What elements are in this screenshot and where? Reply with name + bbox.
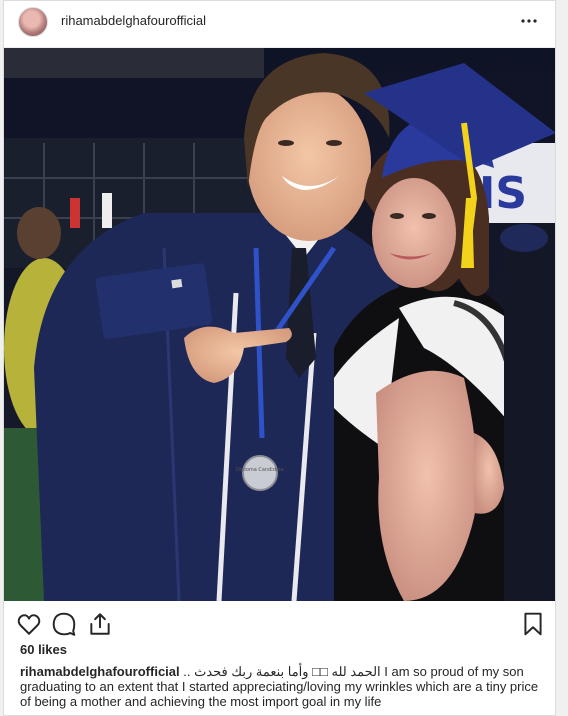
post-username[interactable]: rihamabdelghafourofficial [61, 13, 206, 28]
post-caption: rihamabdelghafourofficial الحمد لله □□ و… [20, 664, 545, 709]
post-photo-illustration: IS Diploma Candidate [4, 48, 555, 601]
post-header: rihamabdelghafourofficial [4, 1, 555, 48]
post-actions [4, 607, 555, 639]
share-icon[interactable] [87, 611, 113, 637]
medal-text: Diploma Candidate [236, 467, 284, 473]
caption-arabic: الحمد لله □□ وأما بنعمة ربك فحدث .. [183, 664, 381, 679]
avatar[interactable] [18, 7, 48, 37]
post-photo[interactable]: IS Diploma Candidate [4, 48, 555, 601]
post-card: rihamabdelghafourofficial IS Diploma Can… [3, 0, 556, 716]
more-options-icon[interactable] [517, 9, 541, 33]
caption-username[interactable]: rihamabdelghafourofficial [20, 664, 180, 679]
comment-icon[interactable] [51, 611, 77, 637]
heart-icon[interactable] [16, 611, 42, 637]
bookmark-icon[interactable] [520, 611, 546, 637]
likes-count[interactable]: 60 likes [20, 642, 67, 657]
